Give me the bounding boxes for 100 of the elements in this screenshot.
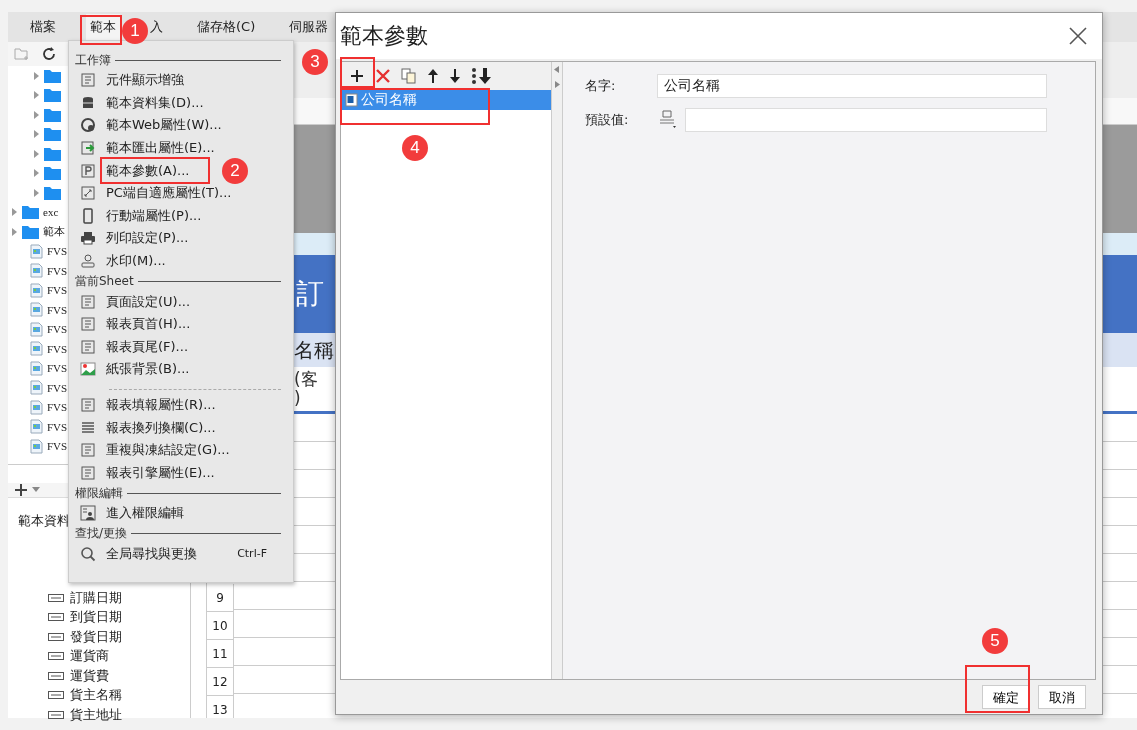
dialog-button[interactable]: 確定 <box>982 685 1030 709</box>
field-icon <box>48 593 64 602</box>
menu-item[interactable]: 儲存格(C) <box>193 14 260 40</box>
menu-command[interactable]: 行動端屬性(P)... <box>106 206 202 225</box>
report-file-icon <box>30 438 43 454</box>
tree-item-label[interactable]: FVS <box>47 342 68 355</box>
report-file-icon <box>30 341 43 357</box>
menu-section-title: 查找/更換 <box>75 525 128 543</box>
expand-arrow-icon[interactable] <box>32 188 40 197</box>
report-file-icon <box>30 360 43 376</box>
field-label: 預設值: <box>585 111 630 129</box>
menu-command[interactable]: 範本參數(A)... <box>106 161 190 180</box>
caret-icon[interactable] <box>32 487 40 493</box>
row-number: 12 <box>207 668 234 696</box>
tree-item-label[interactable]: FVS <box>47 245 68 258</box>
highlight-frame <box>965 665 1030 713</box>
expand-arrow-icon[interactable] <box>10 227 18 236</box>
expand-arrow-icon[interactable] <box>32 91 40 100</box>
menu-item[interactable]: 範本 <box>86 14 120 40</box>
menu-command[interactable]: 報表頁尾(F)... <box>106 337 189 356</box>
tree-item-label[interactable]: 範本 <box>43 224 65 240</box>
parameter-icon <box>345 93 359 107</box>
refresh-icon[interactable] <box>42 47 56 61</box>
tree-item-label[interactable]: FVS <box>47 381 68 394</box>
expand-arrow-icon[interactable] <box>32 169 40 178</box>
folder-icon <box>44 68 61 83</box>
add-icon[interactable] <box>349 68 365 84</box>
menu-command[interactable]: 報表換列換欄(C)... <box>106 418 216 437</box>
tree-item-label[interactable]: FVS <box>47 401 68 414</box>
menu-command[interactable]: 報表頁首(H)... <box>106 315 191 334</box>
menu-command[interactable]: 範本Web屬性(W)... <box>106 116 222 135</box>
menu-command[interactable]: 頁面設定(U)... <box>106 292 191 311</box>
new-folder-icon[interactable] <box>14 47 30 61</box>
expand-arrow-icon[interactable] <box>32 71 40 80</box>
field-name[interactable]: 到貨日期 <box>70 608 122 627</box>
field-name[interactable]: 訂購日期 <box>70 588 122 607</box>
field-name[interactable]: 運貨商 <box>70 647 109 666</box>
value-type-icon[interactable] <box>657 108 679 129</box>
folder-icon <box>22 224 39 239</box>
move-to-bottom-icon[interactable] <box>471 67 493 85</box>
folder-icon <box>44 107 61 122</box>
menu-command[interactable]: 全局尋找與更換 <box>106 545 197 563</box>
menu-item[interactable]: 檔案 <box>26 14 60 40</box>
menu-command[interactable]: 水印(M)... <box>106 252 166 271</box>
field-name[interactable]: 發貨日期 <box>70 627 122 646</box>
menu-command[interactable]: 紙張背景(B)... <box>106 360 190 379</box>
resize-icon <box>80 185 96 202</box>
row-number: 10 <box>207 612 234 640</box>
expand-arrow-icon[interactable] <box>32 110 40 119</box>
tree-item-label[interactable]: FVS <box>47 264 68 277</box>
menu-command[interactable]: 進入權限編輯 <box>106 504 184 523</box>
menu-command[interactable]: 列印設定(P)... <box>106 229 189 248</box>
menu-command[interactable]: 報表引擎屬性(E)... <box>106 463 215 482</box>
field-name[interactable]: 貨主名稱 <box>70 686 122 705</box>
tree-item-label[interactable]: FVS <box>47 303 68 316</box>
field-name[interactable]: 運貨費 <box>70 666 109 685</box>
menu-command[interactable]: 範本資料集(D)... <box>106 93 204 112</box>
sheet-cell-text: (客 <box>294 370 319 389</box>
highlight-frame <box>80 15 122 45</box>
tree-item-label[interactable]: FVS <box>47 362 68 375</box>
stamp-icon <box>80 253 96 270</box>
tree-item-label[interactable]: FVS <box>47 323 68 336</box>
tree-item-label[interactable]: FVS <box>47 440 68 453</box>
splitter-arrows-icon[interactable] <box>554 66 560 88</box>
close-icon[interactable] <box>1068 26 1088 46</box>
tree-item-label[interactable]: exc <box>43 206 59 219</box>
folder-icon <box>44 127 61 142</box>
menu-command[interactable]: PC端自適應屬性(T)... <box>106 184 232 203</box>
row-number: 11 <box>207 640 234 668</box>
sheet-title-text: 訂 <box>296 276 324 312</box>
field-icon <box>48 652 64 661</box>
menu-command[interactable]: 報表填報屬性(R)... <box>106 396 216 414</box>
menu-item[interactable]: 入 <box>146 14 167 40</box>
report-file-icon <box>30 419 43 435</box>
expand-arrow-icon[interactable] <box>10 208 18 217</box>
dialog-button[interactable]: 取消 <box>1038 685 1086 709</box>
field-name[interactable]: 貨主地址 <box>70 705 122 724</box>
default-value-input-field[interactable] <box>685 108 1047 132</box>
menu-command[interactable]: 重複與凍結設定(G)... <box>106 441 230 460</box>
tree-item-label[interactable]: FVS <box>47 284 68 297</box>
field-label: 名字: <box>585 77 617 95</box>
arrow-up-icon[interactable] <box>427 68 439 84</box>
tree-item-label[interactable]: FVS <box>47 420 68 433</box>
export-icon <box>80 140 96 157</box>
delete-icon[interactable] <box>375 68 391 84</box>
menu-command[interactable]: 範本匯出屬性(E)... <box>106 139 215 158</box>
field-icon <box>48 671 64 680</box>
menu-item[interactable]: 伺服器 <box>285 14 333 40</box>
folder-icon <box>44 166 61 181</box>
sheet-cell-text: ) <box>294 389 302 408</box>
report-file-icon <box>30 380 43 396</box>
panel-title: 範本資料 <box>18 513 70 528</box>
expand-arrow-icon[interactable] <box>32 149 40 158</box>
report-file-icon <box>30 321 43 337</box>
arrow-down-icon[interactable] <box>449 68 461 84</box>
expand-arrow-icon[interactable] <box>32 130 40 139</box>
menu-command[interactable]: 元件顯示增強 <box>106 71 184 90</box>
copy-icon[interactable] <box>401 68 417 84</box>
name-input-field[interactable]: 公司名稱 <box>657 74 1047 98</box>
add-icon[interactable] <box>14 483 28 497</box>
